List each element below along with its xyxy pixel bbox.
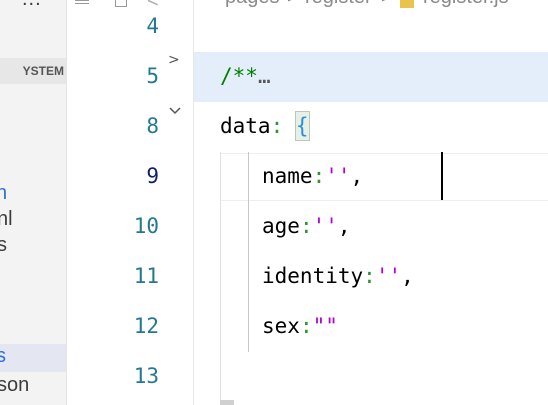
active-file-item[interactable]: s	[0, 344, 66, 372]
text-cursor	[441, 152, 443, 200]
sex-key: sex	[262, 314, 300, 338]
comma-token: ,	[401, 264, 414, 288]
indent-guide	[220, 152, 221, 405]
colon-token: :	[270, 114, 284, 138]
file-item-fragment[interactable]: n	[0, 181, 7, 205]
open-brace: {	[294, 111, 310, 141]
line-number[interactable]: 13	[97, 362, 159, 390]
data-key: data	[220, 114, 271, 138]
age-key: age	[262, 214, 300, 238]
string-token: ''	[325, 164, 351, 188]
chevron-right-icon[interactable]: >	[168, 52, 180, 68]
file-item-fragment[interactable]: s	[0, 233, 7, 257]
name-key: name	[262, 164, 313, 188]
folded-ellipsis[interactable]: …	[258, 64, 271, 88]
file-item-json[interactable]: son	[0, 373, 29, 397]
identity-key: identity	[262, 264, 364, 288]
code-line-age[interactable]: age:'',	[262, 212, 351, 240]
comma-token: ,	[337, 214, 351, 238]
string-token: ''	[312, 214, 338, 238]
more-actions-icon[interactable]: ...	[22, 0, 42, 11]
line-number[interactable]: 4	[97, 12, 159, 40]
explorer-section-header[interactable]: YSTEM	[0, 58, 66, 84]
line-number[interactable]: 8	[97, 112, 159, 140]
string-token: ''	[375, 264, 402, 288]
code-editor[interactable]: 4 5 8 9 10 11 12 13 > /**… data: { name:…	[67, 0, 548, 405]
code-line-comment[interactable]: /**…	[220, 62, 271, 90]
line-number[interactable]: 5	[97, 62, 159, 90]
code-line-data[interactable]: data: {	[220, 111, 310, 141]
code-line-name[interactable]: name:'',	[262, 162, 363, 190]
string-token: ""	[312, 314, 338, 338]
line-number[interactable]: 10	[97, 212, 159, 240]
section-label: YSTEM	[22, 64, 64, 78]
active-file-label: s	[0, 345, 6, 368]
chevron-down-icon[interactable]	[168, 106, 182, 116]
overview-marker	[220, 400, 234, 405]
colon-token: :	[312, 164, 326, 188]
code-line-sex[interactable]: sex:""	[262, 312, 338, 340]
colon-token: :	[363, 264, 376, 288]
line-number[interactable]: 11	[97, 262, 159, 290]
line-number-current[interactable]: 9	[97, 162, 159, 190]
file-item-fragment[interactable]: nl	[0, 207, 13, 231]
colon-token: :	[299, 314, 313, 338]
code-line-identity[interactable]: identity:'',	[262, 262, 414, 290]
indent-guide	[248, 152, 249, 352]
explorer-sidebar: ... YSTEM n nl s s son	[0, 0, 67, 405]
comment-token: /**	[220, 64, 258, 88]
line-number[interactable]: 12	[97, 312, 159, 340]
comma-token: ,	[350, 164, 364, 188]
colon-token: :	[299, 214, 313, 238]
gutter-divider	[193, 0, 194, 405]
